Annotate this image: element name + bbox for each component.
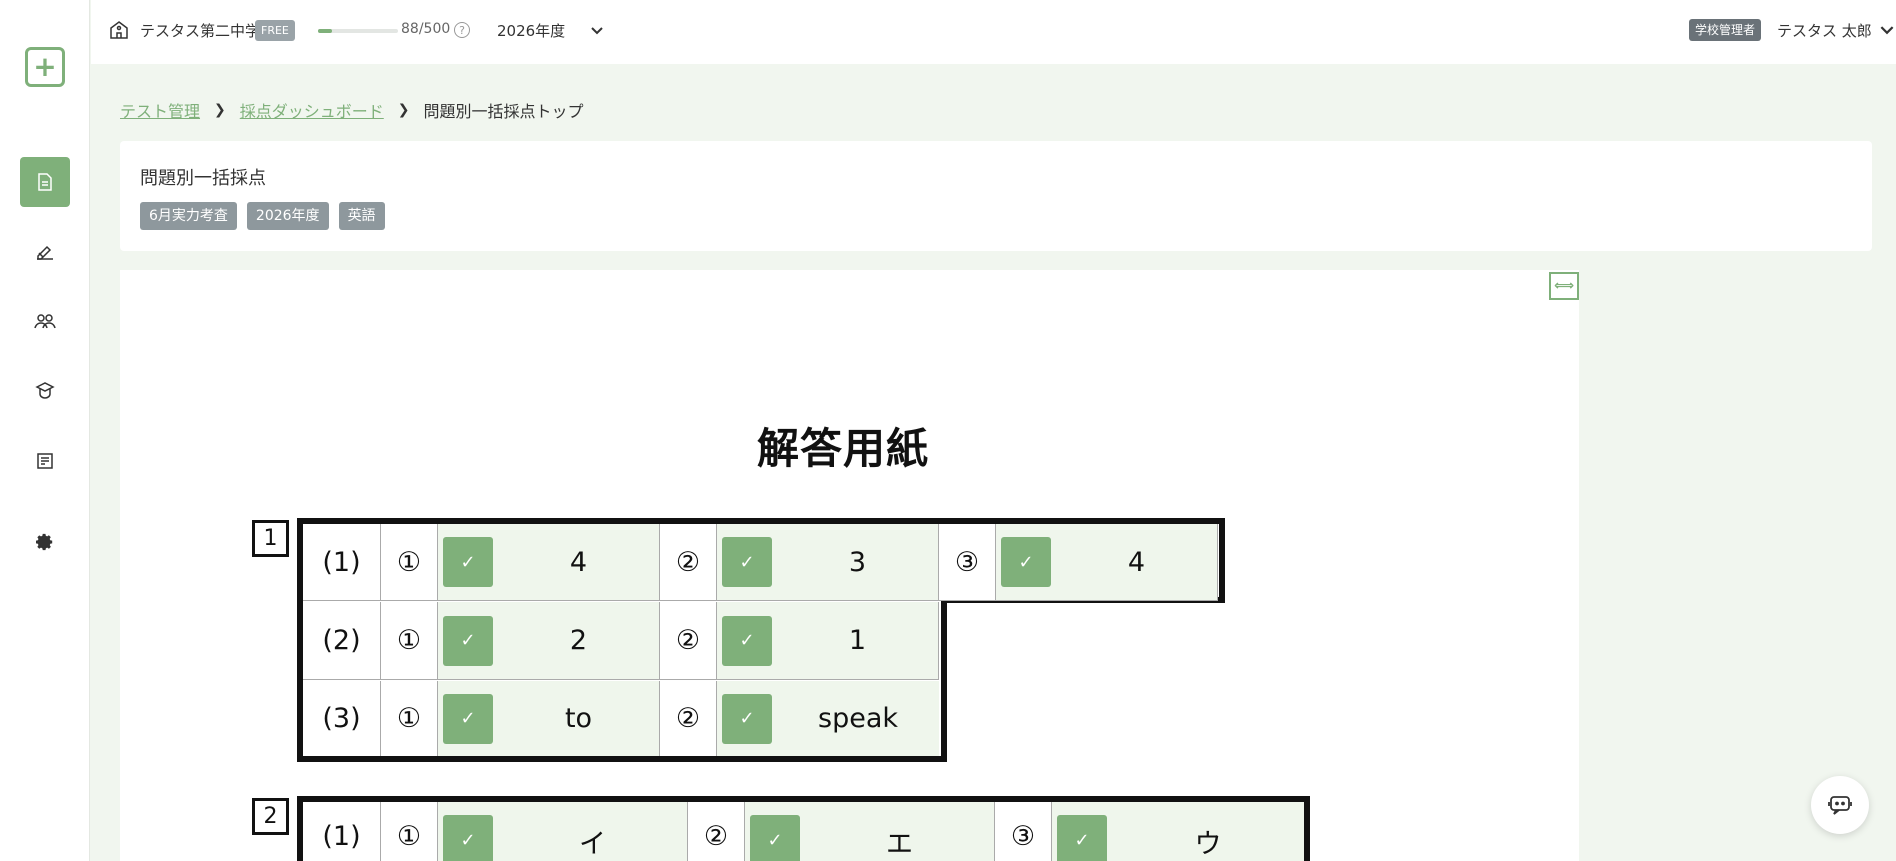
answer-text: イ (579, 829, 606, 860)
sidebar-item-grading[interactable] (20, 226, 70, 276)
answer-text: エ (886, 829, 913, 860)
answer-cell[interactable]: ✓ 4 (996, 524, 1218, 601)
school-name: テスタス第二中学 (140, 22, 261, 40)
row-label: (1) (303, 802, 381, 861)
add-button[interactable]: + (25, 47, 65, 87)
chevron-right-icon: ❯ (214, 102, 226, 118)
check-icon[interactable]: ✓ (443, 693, 493, 744)
answer-text: 4 (1127, 546, 1146, 578)
answer-cell[interactable]: ✓ speak (717, 681, 939, 756)
answer-text: 4 (569, 546, 588, 578)
sub-label: ③ (939, 524, 996, 601)
year-select-value: 2026年度 (497, 22, 566, 40)
sub-label: ② (660, 681, 717, 756)
plan-badge: FREE (255, 20, 295, 41)
check-icon[interactable]: ✓ (750, 815, 800, 861)
breadcrumb: テスト管理 ❯ 採点ダッシュボード ❯ 問題別一括採点トップ (120, 98, 584, 122)
sidebar-item-settings[interactable] (20, 517, 70, 567)
sub-label: ① (381, 602, 438, 680)
sub-label: ③ (995, 802, 1052, 861)
answer-cell[interactable]: ✓ 3 (717, 524, 939, 601)
answer-cell[interactable]: ✓ to (438, 681, 660, 756)
chevron-down-icon (1880, 26, 1894, 35)
user-menu[interactable]: テスタス 太郎 (1777, 20, 1894, 41)
answer-text: ウ (1194, 829, 1222, 860)
chevron-right-icon: ❯ (397, 102, 410, 118)
breadcrumb-dashboard-link[interactable]: 採点ダッシュボード (240, 98, 384, 122)
answer-grid-section-1: (1) ① ✓ 4 ② ✓ 3 ③ ✓ 4 (2) ① ✓ 2 ② ✓ 1 (3… (297, 518, 1225, 762)
check-icon[interactable]: ✓ (1057, 815, 1107, 861)
role-badge: 学校管理者 (1689, 19, 1762, 41)
check-icon[interactable]: ✓ (722, 537, 772, 587)
answer-cell[interactable]: ✓ エ (745, 802, 995, 861)
expand-width-button[interactable]: ⟺ (1549, 272, 1579, 300)
page-title: 問題別一括採点 (140, 168, 266, 189)
answer-cell[interactable]: ✓ 2 (438, 602, 660, 680)
answer-text: 3 (848, 546, 867, 578)
sidebar-item-students[interactable] (20, 296, 70, 346)
tag-test-name: 6月実力考査 (140, 202, 237, 230)
chat-support-button[interactable] (1811, 776, 1869, 834)
sidebar-item-classes[interactable] (20, 436, 70, 486)
user-name: テスタス 太郎 (1777, 22, 1872, 40)
tag-subject: 英語 (338, 202, 385, 230)
tag-year: 2026年度 (246, 202, 329, 230)
year-select[interactable]: 2026年度 (497, 20, 603, 41)
chat-icon (1828, 796, 1852, 815)
teacher-icon (35, 382, 55, 399)
answer-cell[interactable]: ✓ 1 (717, 602, 939, 680)
sidebar-item-tests[interactable] (20, 157, 70, 207)
usage-progress-fill (318, 29, 333, 33)
page-header-card: 問題別一括採点 6月実力考査 2026年度 英語 (120, 141, 1872, 251)
row-label: (2) (303, 602, 381, 680)
row-label: (3) (303, 681, 381, 756)
table-row: (3) ① ✓ to ② ✓ speak (303, 681, 939, 756)
gear-icon (36, 533, 53, 551)
answer-text: speak (818, 703, 898, 734)
table-row: (1) ① ✓ 4 ② ✓ 3 ③ ✓ 4 (303, 524, 1218, 601)
usage-count: 88/500 (401, 21, 451, 37)
sub-label: ② (660, 524, 717, 601)
chevron-down-icon (591, 26, 603, 34)
top-header: テスタス第二中学 FREE 88/500 ? 2026年度 学校管理者 テスタス… (91, 0, 1896, 64)
sub-label: ② (688, 802, 745, 861)
grading-pen-icon (37, 245, 53, 260)
question-number: 1 (252, 520, 289, 557)
sidebar-item-teachers[interactable] (20, 366, 70, 416)
answer-cell[interactable]: ✓ イ (438, 802, 688, 861)
usage-progress-bar (318, 29, 398, 33)
answer-text: 1 (848, 625, 867, 656)
check-icon[interactable]: ✓ (1001, 537, 1051, 587)
sub-label: ① (381, 524, 438, 601)
check-icon[interactable]: ✓ (443, 537, 493, 587)
students-group-icon (34, 314, 56, 329)
breadcrumb-current: 問題別一括採点トップ (423, 102, 584, 121)
tag-list: 6月実力考査 2026年度 英語 (140, 202, 385, 230)
file-icon (38, 173, 52, 191)
answer-cell[interactable]: ✓ 4 (438, 524, 660, 601)
row-label: (1) (303, 524, 381, 601)
sidebar: + (0, 0, 90, 861)
school-icon (110, 21, 128, 39)
question-number: 2 (252, 798, 289, 835)
class-book-icon (37, 453, 53, 469)
answer-sheet-title: 解答用紙 (757, 424, 930, 473)
answer-cell[interactable]: ✓ ウ (1052, 802, 1304, 861)
check-icon[interactable]: ✓ (722, 615, 772, 666)
expand-horizontal-icon: ⟺ (1553, 278, 1575, 294)
check-icon[interactable]: ✓ (722, 693, 772, 744)
answer-text: to (564, 703, 593, 734)
sub-label: ② (660, 602, 717, 680)
help-icon[interactable]: ? (454, 22, 470, 38)
sub-label: ① (381, 802, 438, 861)
check-icon[interactable]: ✓ (443, 815, 493, 861)
answer-grid-section-2: (1) ① ✓ イ ② ✓ エ ③ ✓ ウ (297, 796, 1310, 861)
check-icon[interactable]: ✓ (443, 615, 493, 666)
table-row: (2) ① ✓ 2 ② ✓ 1 (303, 602, 939, 680)
answer-text: 2 (569, 625, 588, 656)
table-row: (1) ① ✓ イ ② ✓ エ ③ ✓ ウ (303, 802, 1304, 861)
sub-label: ① (381, 681, 438, 756)
breadcrumb-tests-link[interactable]: テスト管理 (120, 98, 200, 122)
